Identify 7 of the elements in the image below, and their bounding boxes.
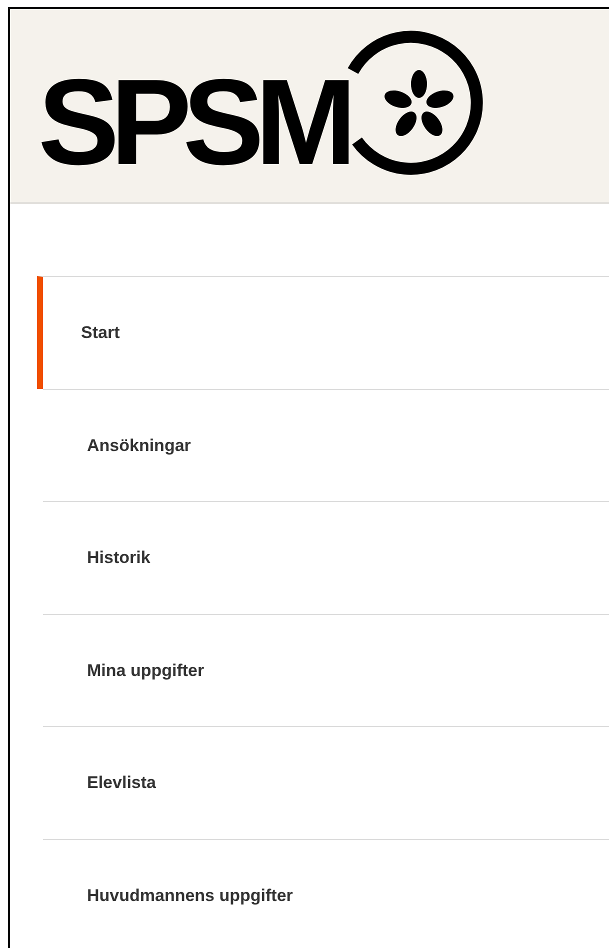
nav-link[interactable]: Mina uppgifter xyxy=(43,614,609,726)
nav-link[interactable]: Start xyxy=(37,276,609,389)
nav-link[interactable]: Huvudmannens uppgifter xyxy=(43,838,609,948)
nav-link[interactable]: Elevlista xyxy=(43,726,609,839)
nav-link[interactable]: Ansökningar xyxy=(43,388,609,502)
nav-link[interactable]: Historik xyxy=(43,501,609,614)
logo-text: SPSM xyxy=(38,61,348,183)
